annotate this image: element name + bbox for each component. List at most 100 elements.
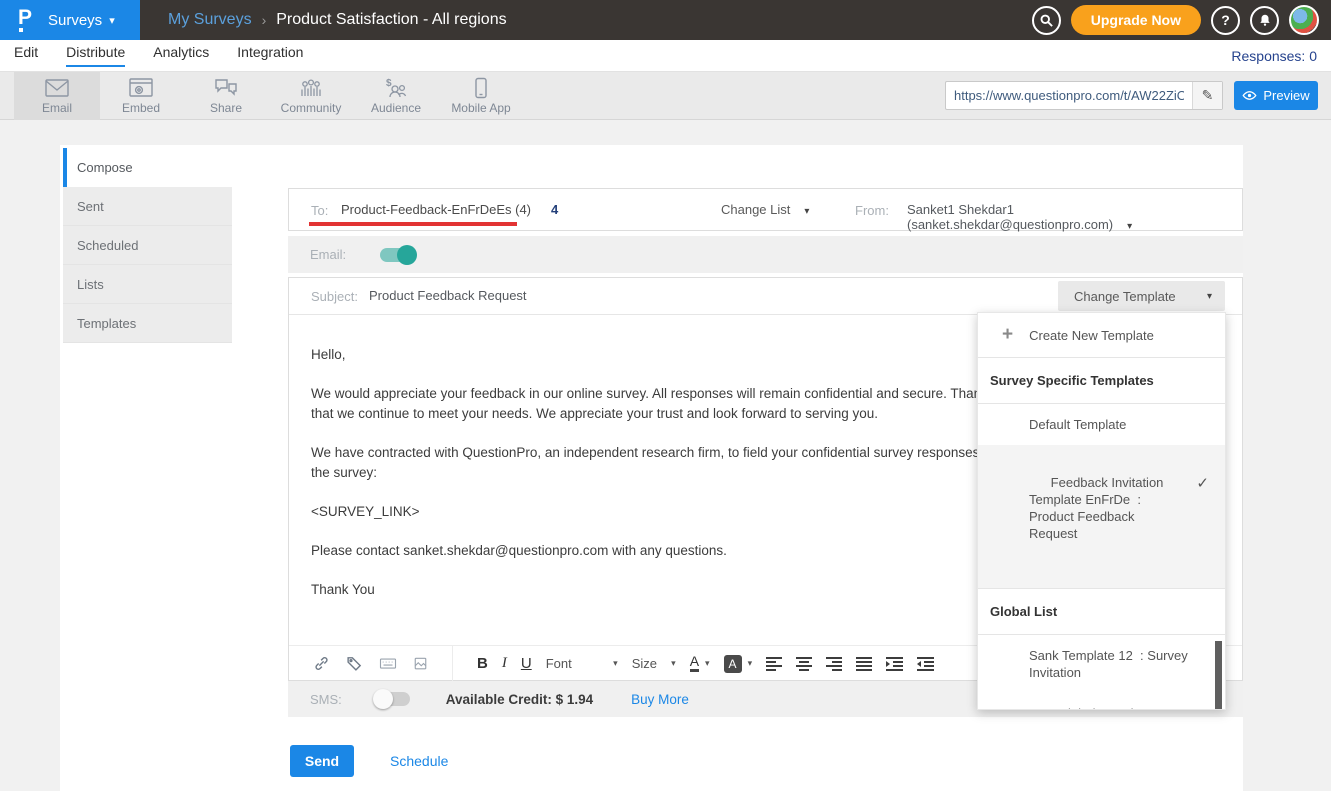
link-icon bbox=[313, 655, 330, 672]
header-actions: Upgrade Now ? bbox=[1032, 0, 1319, 40]
menu-item-default-template[interactable]: Default Template bbox=[978, 404, 1225, 445]
text-color-button[interactable]: A▾ bbox=[690, 655, 710, 672]
align-right-button[interactable] bbox=[826, 657, 842, 671]
font-size-dropdown[interactable]: Size▾ bbox=[632, 656, 676, 671]
align-left-icon bbox=[766, 657, 782, 671]
chevron-down-icon: ▾ bbox=[613, 658, 618, 669]
survey-url-field-wrap: ✎ bbox=[945, 81, 1223, 110]
channel-mobile-app[interactable]: Mobile App bbox=[438, 72, 524, 120]
sms-toggle-label: SMS: bbox=[310, 692, 342, 707]
menu-item-create-new-template[interactable]: + Create New Template bbox=[978, 313, 1225, 358]
align-justify-icon bbox=[856, 657, 872, 671]
menu-scrollbar-thumb[interactable] bbox=[1215, 641, 1222, 710]
insert-link-button[interactable] bbox=[313, 655, 330, 672]
sidebar-item-compose[interactable]: Compose bbox=[63, 148, 232, 187]
sidebar-item-scheduled[interactable]: Scheduled bbox=[63, 226, 232, 265]
change-template-dropdown[interactable]: Change Template▾ bbox=[1058, 281, 1225, 311]
subject-label: Subject: bbox=[311, 289, 358, 304]
app-window: P Surveys ▾ My Surveys › Product Satisfa… bbox=[0, 0, 1331, 791]
breadcrumb-survey-name: Product Satisfaction - All regions bbox=[276, 11, 506, 29]
menu-section-global-list: Global List bbox=[978, 589, 1225, 635]
font-family-dropdown[interactable]: Font▾ bbox=[546, 656, 618, 671]
menu-item-map-global-template-2[interactable]: Map Global Template 2 : Survey Invitatio… bbox=[978, 693, 1225, 710]
chevron-down-icon: ▾ bbox=[1207, 291, 1212, 302]
italic-button[interactable]: I bbox=[502, 655, 507, 672]
chevron-down-icon: ▾ bbox=[748, 658, 753, 669]
survey-url-input[interactable] bbox=[946, 82, 1192, 109]
recipient-row: To: Product-Feedback-EnFrDeEs (4) 4 Chan… bbox=[288, 188, 1243, 231]
eye-icon bbox=[1242, 90, 1257, 101]
channel-community[interactable]: Community bbox=[268, 72, 354, 120]
user-avatar[interactable] bbox=[1289, 5, 1319, 35]
question-icon: ? bbox=[1221, 12, 1230, 28]
search-button[interactable] bbox=[1032, 6, 1061, 35]
product-switcher[interactable]: P Surveys ▾ bbox=[0, 0, 140, 40]
help-button[interactable]: ? bbox=[1211, 6, 1240, 35]
send-button[interactable]: Send bbox=[290, 745, 354, 777]
schedule-link[interactable]: Schedule bbox=[390, 753, 448, 769]
edit-url-button[interactable]: ✎ bbox=[1192, 82, 1222, 109]
channel-embed[interactable]: Embed bbox=[98, 72, 184, 120]
chevron-down-icon: ▾ bbox=[671, 658, 676, 669]
change-template-menu: + Create New Template Survey Specific Te… bbox=[977, 312, 1226, 710]
from-sender-dropdown[interactable]: Sanket1 Shekdar1 (sanket.shekdar@questio… bbox=[907, 202, 1242, 232]
global-templates-scroll-area: Sank Template 12 : Survey Invitation Map… bbox=[978, 635, 1225, 710]
merge-tag-button[interactable] bbox=[346, 655, 363, 672]
sms-toggle[interactable] bbox=[376, 692, 410, 706]
subject-input[interactable]: Product Feedback Request bbox=[369, 288, 527, 303]
align-left-button[interactable] bbox=[766, 657, 782, 671]
sidebar-item-templates[interactable]: Templates bbox=[63, 304, 232, 343]
bold-button[interactable]: B bbox=[477, 655, 488, 672]
email-toggle-row: Email: bbox=[288, 236, 1243, 273]
align-center-icon bbox=[796, 657, 812, 671]
insert-image-button[interactable] bbox=[413, 656, 428, 671]
product-menu-label: Surveys bbox=[48, 12, 102, 29]
tab-distribute[interactable]: Distribute bbox=[66, 44, 125, 67]
align-center-button[interactable] bbox=[796, 657, 812, 671]
keyboard-icon bbox=[379, 656, 397, 671]
menu-item-feedback-invitation-template[interactable]: Feedback Invitation Template EnFrDe : Pr… bbox=[978, 445, 1225, 589]
indent-icon bbox=[886, 657, 903, 671]
underline-button[interactable]: U bbox=[521, 655, 532, 672]
channel-audience[interactable]: $ Audience bbox=[353, 72, 439, 120]
sidebar-item-sent[interactable]: Sent bbox=[63, 187, 232, 226]
responses-count[interactable]: Responses: 0 bbox=[1231, 48, 1317, 64]
buy-more-link[interactable]: Buy More bbox=[631, 692, 689, 707]
chevron-down-icon: ▾ bbox=[804, 206, 809, 217]
embed-icon bbox=[128, 77, 154, 99]
background-color-button[interactable]: A▾ bbox=[724, 655, 753, 673]
sidebar-item-lists[interactable]: Lists bbox=[63, 265, 232, 304]
keyboard-button[interactable] bbox=[379, 656, 397, 671]
recipient-list-name[interactable]: Product-Feedback-EnFrDeEs (4) bbox=[341, 202, 531, 217]
preview-button[interactable]: Preview bbox=[1234, 81, 1318, 110]
chevron-down-icon: ▾ bbox=[109, 14, 115, 27]
chevron-down-icon: ▾ bbox=[1127, 221, 1132, 232]
tab-integration[interactable]: Integration bbox=[237, 44, 303, 67]
breadcrumb-my-surveys[interactable]: My Surveys bbox=[168, 11, 252, 29]
email-toggle[interactable] bbox=[380, 248, 414, 262]
channel-share[interactable]: Share bbox=[183, 72, 269, 120]
distribute-channel-bar: Email Embed Share Community $ Audience M… bbox=[0, 72, 1331, 120]
align-right-icon bbox=[826, 657, 842, 671]
menu-scrollbar[interactable] bbox=[1215, 641, 1222, 710]
menu-section-survey-specific: Survey Specific Templates bbox=[978, 358, 1225, 404]
outdent-button[interactable] bbox=[917, 657, 934, 671]
channel-email[interactable]: Email bbox=[14, 72, 100, 120]
change-list-dropdown[interactable]: Change List▾ bbox=[721, 202, 809, 217]
align-justify-button[interactable] bbox=[856, 657, 872, 671]
indent-button[interactable] bbox=[886, 657, 903, 671]
notifications-button[interactable] bbox=[1250, 6, 1279, 35]
recipient-count[interactable]: 4 bbox=[551, 202, 558, 217]
checkmark-icon: ✓ bbox=[1196, 475, 1209, 492]
outdent-icon bbox=[917, 657, 934, 671]
tab-analytics[interactable]: Analytics bbox=[153, 44, 209, 67]
recipient-underline bbox=[309, 222, 517, 226]
to-label: To: bbox=[311, 203, 328, 218]
questionpro-logo-icon: P bbox=[18, 8, 38, 32]
upgrade-now-button[interactable]: Upgrade Now bbox=[1071, 5, 1201, 35]
menu-item-sank-template-12[interactable]: Sank Template 12 : Survey Invitation bbox=[978, 635, 1225, 693]
tab-edit[interactable]: Edit bbox=[14, 44, 38, 67]
survey-nav-tabs: Edit Distribute Analytics Integration Re… bbox=[0, 40, 1331, 72]
email-toggle-label: Email: bbox=[310, 247, 346, 262]
top-header-bar: P Surveys ▾ My Surveys › Product Satisfa… bbox=[0, 0, 1331, 40]
